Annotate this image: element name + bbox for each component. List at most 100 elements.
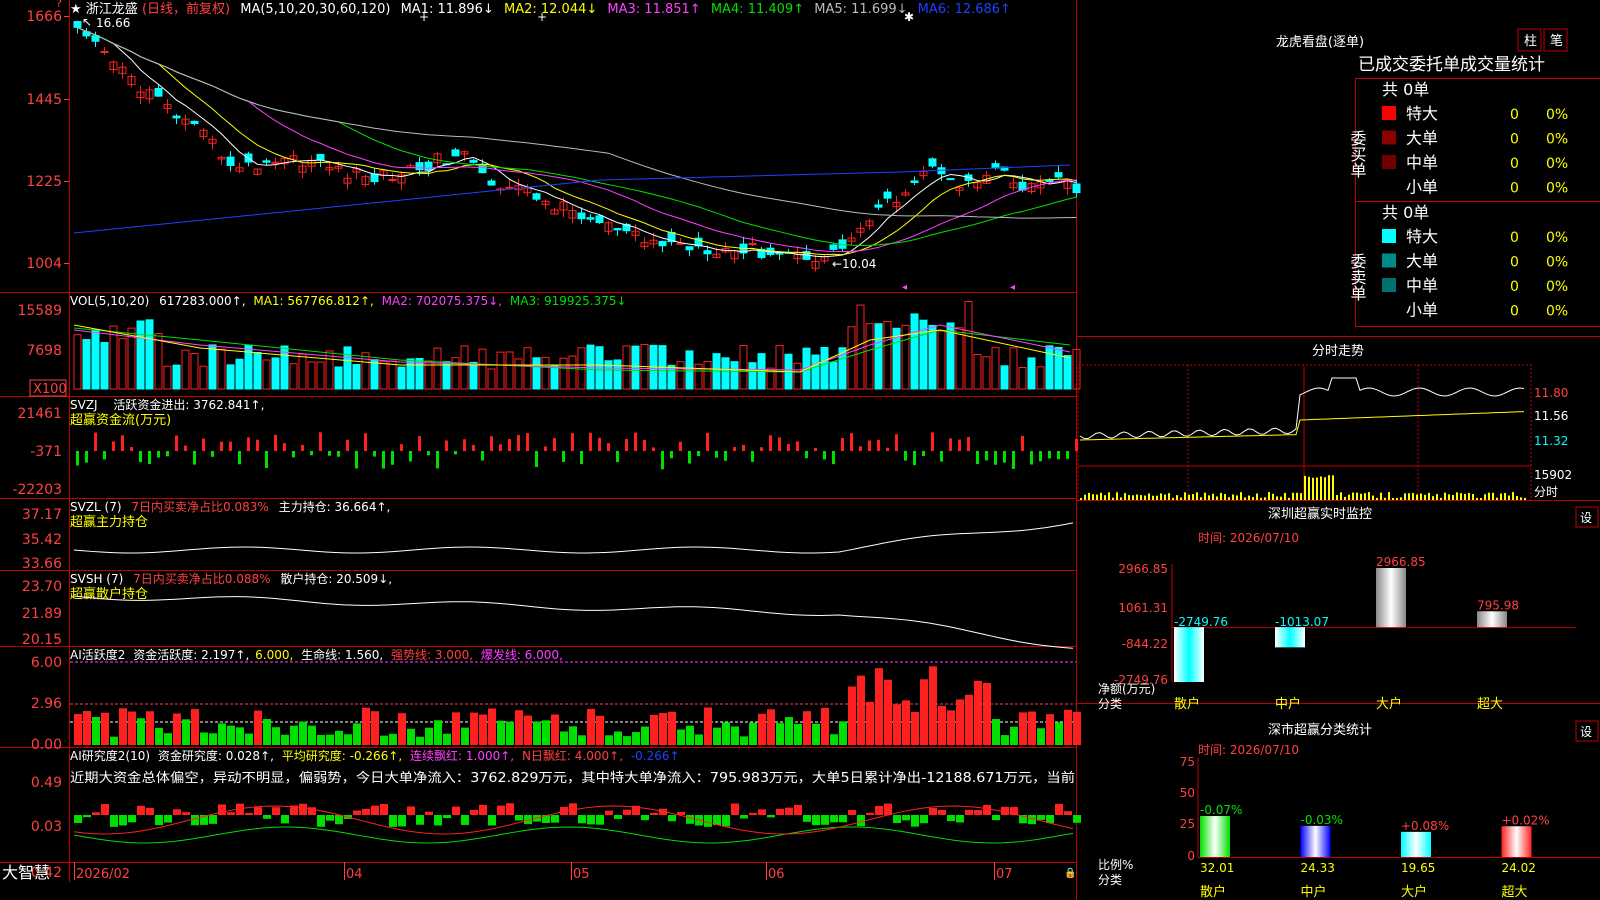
ai-research-bar: [227, 812, 235, 815]
intraday-volume-bar: [1236, 495, 1238, 500]
svzj-bar: [112, 441, 115, 451]
svzj-bar: [688, 451, 691, 464]
ma30-line: [77, 26, 1077, 246]
svg-text:75: 75: [1180, 755, 1195, 769]
dragon-row-name: 小单: [1406, 301, 1438, 320]
svzj-bar: [364, 433, 367, 451]
candle-down: [946, 178, 955, 181]
intraday-volume-bar: [1168, 493, 1170, 500]
volume-ma2: MA2: 702075.375↓,: [382, 294, 502, 308]
ai-active-bar: [353, 723, 361, 745]
svzj-bar: [1003, 451, 1006, 463]
ai-research-bar: [785, 807, 793, 815]
volume-bar: [820, 346, 829, 390]
svzj-bar: [211, 451, 214, 457]
ai-research-bar: [479, 804, 487, 815]
dragon-row-pct: 0%: [1546, 181, 1568, 197]
intraday-volume-bar: [1196, 492, 1198, 500]
ai-active-bar: [821, 707, 829, 745]
chart-category-label: 散户: [1200, 884, 1226, 900]
volume-bar: [469, 361, 478, 390]
chart-change-label: +0.02%: [1502, 813, 1550, 827]
svzj-bar: [652, 447, 655, 451]
volume-bar: [1054, 346, 1063, 390]
dragon-tick-button[interactable]: 笔: [1543, 28, 1568, 52]
volume-bar: [964, 300, 973, 390]
classify-setting-button[interactable]: 设: [1575, 720, 1599, 742]
ai-research-bar: [929, 808, 937, 815]
intraday-volume-bar: [1472, 493, 1474, 500]
intraday-volume-bar: [1152, 495, 1154, 500]
intraday-volume-bar: [1324, 477, 1326, 500]
ai-active-bar: [875, 668, 883, 745]
ai-research-bar: [128, 815, 136, 823]
svzj-bar: [526, 433, 529, 451]
ai-active-bar: [749, 722, 757, 745]
ai-research-bar: [920, 815, 928, 824]
svzj-bar: [994, 451, 997, 465]
dragon-row-count: 0: [1510, 107, 1519, 123]
svzj-bar: [733, 447, 736, 451]
kline-annotations: ↖ 16.66 ←10.04 + + ✱: [82, 10, 914, 271]
volume-bar: [991, 347, 1000, 390]
intraday-volume-bar: [1080, 497, 1082, 500]
ai-research-bar: [848, 809, 856, 815]
ai-active-bar: [794, 723, 802, 745]
ai-active-bar: [983, 682, 991, 745]
ai-active-bar: [596, 715, 604, 745]
volume-bar: [1027, 357, 1036, 390]
volume-bar: [379, 361, 388, 390]
ai-research-bar: [92, 812, 100, 815]
intraday-volume-bar: [1128, 495, 1130, 500]
svzj-bar: [778, 437, 781, 451]
ai-research-bar: [74, 815, 82, 824]
ai-active-ytick: 2.96: [31, 696, 62, 712]
ai-active-bar: [659, 713, 667, 745]
ai-active-bar: [812, 723, 820, 745]
ai-research-bar: [911, 815, 919, 827]
dragon-row-pct: 0%: [1546, 156, 1568, 172]
candle-up: [100, 51, 109, 54]
ai-active-bar: [722, 722, 730, 745]
candle-down: [469, 159, 478, 163]
ai-active-bar: [803, 711, 811, 745]
monitor-setting-button[interactable]: 设: [1575, 506, 1599, 528]
ai-research-bar: [173, 809, 181, 815]
svzj-bar: [508, 439, 511, 451]
ai-research-bar: [506, 803, 514, 815]
svzj-bar: [634, 432, 637, 451]
ai-active-val2: 6.000,: [255, 648, 293, 662]
dragon-tick-label[interactable]: 笔: [1550, 33, 1563, 49]
stock-terminal: 1666 1445 1225 1004 15589 7698 21461 -37…: [0, 0, 1600, 900]
question-mark[interactable]: ?: [56, 0, 62, 10]
ai-research-bar: [947, 815, 955, 822]
intraday-volume-bar: [1336, 495, 1338, 500]
kline-ytick: 1666: [26, 9, 62, 25]
svsh-header: SVSH (7) 7日内买卖净占比0.088% 散户持仓: 20.509↓,: [70, 571, 392, 586]
lock-icon[interactable]: 🔒: [1064, 867, 1076, 879]
ai-active-bar: [632, 732, 640, 745]
dragon-bar-label[interactable]: 柱: [1524, 34, 1537, 49]
dragon-title: 龙虎看盘(逐单): [1276, 34, 1364, 50]
ma-label-6: MA6: 12.686↑: [918, 2, 1011, 17]
svg-text:50: 50: [1180, 786, 1195, 800]
candle-down: [586, 217, 595, 220]
ai-active-bar: [587, 708, 595, 745]
ai-active-bar: [407, 728, 415, 745]
svzj-bar: [328, 451, 331, 456]
classify-setting-label[interactable]: 设: [1580, 725, 1592, 739]
svsh-ratio: 7日内买卖净占比0.088%: [133, 571, 270, 586]
chart-bar-超大: [1501, 826, 1532, 857]
ai-research-bar: [821, 815, 829, 825]
volume-bar: [577, 347, 586, 390]
dragon-bar-button[interactable]: 柱: [1517, 28, 1542, 52]
candle-down: [991, 163, 1000, 169]
monitor-setting-label[interactable]: 设: [1580, 511, 1592, 525]
intraday-volume-bar: [1392, 497, 1394, 500]
ai-active-bar: [488, 708, 496, 745]
ai-active-bar: [434, 720, 442, 745]
svzl-ytick: 33.66: [22, 556, 62, 572]
candle-down: [262, 160, 271, 163]
svzj-bar: [274, 434, 277, 451]
ai-active-bar: [506, 721, 514, 745]
